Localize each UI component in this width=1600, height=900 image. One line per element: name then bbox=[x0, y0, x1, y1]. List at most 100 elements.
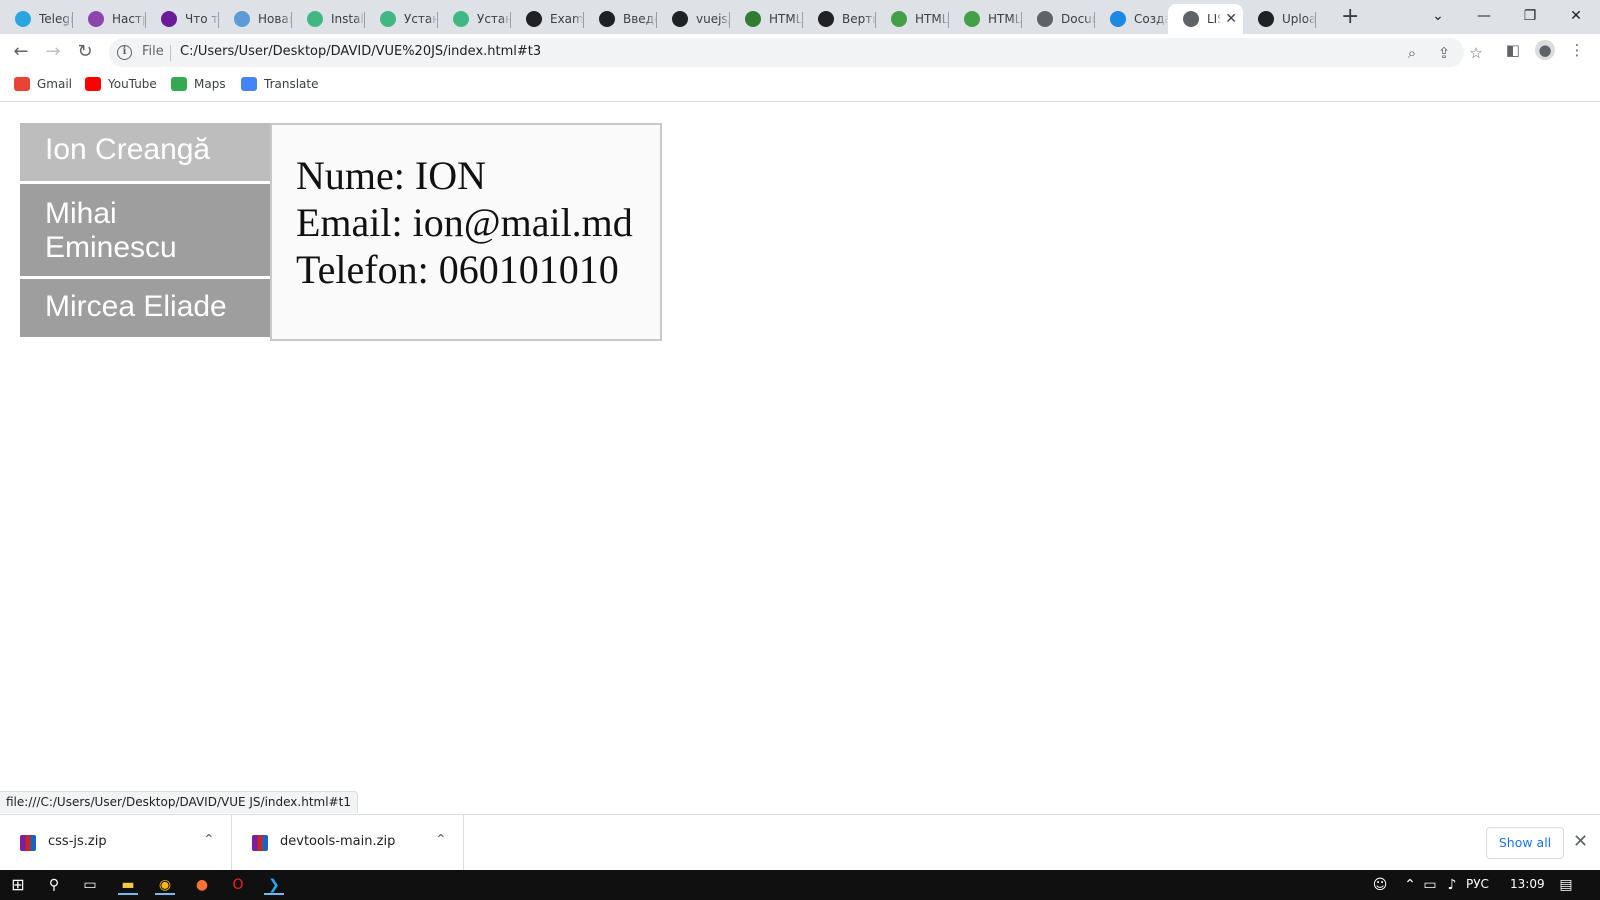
download-item[interactable]: css-js.zip ⌃ bbox=[0, 815, 232, 871]
task-view-icon[interactable]: ▭ bbox=[80, 875, 100, 895]
tab-title: Введение bbox=[623, 12, 657, 26]
search-icon[interactable]: ⚲ bbox=[44, 875, 64, 895]
vue-icon bbox=[307, 11, 323, 27]
tray-chevron-up-icon[interactable]: ⌃ bbox=[1400, 875, 1420, 895]
tab-title: Upload bbox=[1282, 12, 1316, 26]
site-info-icon[interactable]: i bbox=[117, 45, 132, 60]
tab-title: Document bbox=[1061, 12, 1095, 26]
browser-tab[interactable]: HTML bbox=[949, 4, 1022, 34]
tab-title: Installation bbox=[331, 12, 365, 26]
gmail-icon bbox=[14, 77, 30, 91]
browser-tab[interactable]: Вертикальное bbox=[803, 4, 876, 34]
check-icon bbox=[891, 11, 907, 27]
opera-taskbar-icon[interactable]: O bbox=[228, 875, 248, 895]
youtube-icon bbox=[85, 77, 101, 91]
browser-tab[interactable]: LIST ✕ bbox=[1168, 4, 1243, 34]
chevron-up-icon[interactable]: ⌃ bbox=[435, 832, 447, 848]
author-list-item[interactable]: Mihai Eminescu bbox=[20, 184, 270, 276]
browser-tab[interactable]: Upload bbox=[1243, 4, 1316, 34]
network-icon[interactable]: ▭ bbox=[1420, 875, 1440, 895]
browser-tab[interactable]: Installation bbox=[292, 4, 365, 34]
browser-tab[interactable]: Создание bbox=[1095, 4, 1168, 34]
zoom-icon[interactable]: ⌕ bbox=[1403, 44, 1421, 62]
bookmark-gmail[interactable]: Gmail bbox=[14, 77, 72, 91]
github-icon bbox=[1258, 11, 1274, 27]
tab-title: Установка bbox=[477, 12, 511, 26]
bookmark-maps[interactable]: Maps bbox=[171, 77, 226, 91]
page-viewport: Ion Creangă Mihai Eminescu Mircea Eliade N… bbox=[0, 103, 1600, 814]
tab-title: Вертикальное bbox=[842, 12, 876, 26]
archive-icon bbox=[20, 835, 36, 851]
author-details-panel: Nume: ION Email: ion@mail.md Telefon: 06… bbox=[270, 123, 662, 341]
browser-tab[interactable]: vuejs/ bbox=[657, 4, 730, 34]
close-tab-icon[interactable]: ✕ bbox=[1225, 11, 1237, 27]
vscode-taskbar-icon[interactable]: ❯ bbox=[264, 875, 284, 895]
author-list-item[interactable]: Ion Creangă bbox=[20, 123, 270, 181]
bookmark-label: Gmail bbox=[37, 77, 73, 91]
downloads-shelf: css-js.zip ⌃ devtools-main.zip ⌃ Show all ✕ bbox=[0, 814, 1600, 871]
tab-search-chevron-icon[interactable]: ⌄ bbox=[1420, 2, 1456, 30]
language-indicator[interactable]: РУС bbox=[1466, 877, 1489, 891]
address-scheme-label: File bbox=[142, 44, 164, 59]
bookmark-star-icon[interactable]: ☆ bbox=[1467, 44, 1485, 62]
close-downloads-shelf-icon[interactable]: ✕ bbox=[1573, 831, 1588, 853]
tab-title: Создание bbox=[1134, 12, 1168, 26]
menu-kebab-icon[interactable]: ⋮ bbox=[1567, 40, 1587, 60]
file-explorer-icon[interactable]: ▬ bbox=[118, 875, 138, 895]
tab-title: HTML bbox=[769, 12, 803, 26]
flag-icon bbox=[161, 11, 177, 27]
tab-strip: Telegram Настройка Что такое Новая Installat… bbox=[0, 0, 1600, 34]
reload-button[interactable]: ↻ bbox=[73, 40, 97, 64]
browser-tab[interactable]: Новая bbox=[219, 4, 292, 34]
browser-tab[interactable]: Установка bbox=[365, 4, 438, 34]
people-icon[interactable]: ☺ bbox=[1370, 875, 1390, 895]
address-url[interactable]: C:/Users/User/Desktop/DAVID/VUE%20JS/ind… bbox=[180, 44, 541, 59]
volume-icon[interactable]: ♪ bbox=[1442, 875, 1462, 895]
maps-icon bbox=[171, 77, 187, 91]
status-bubble: file:///C:/Users/User/Desktop/DAVID/VUE … bbox=[0, 791, 358, 813]
browser-tab[interactable]: Example bbox=[511, 4, 584, 34]
browser-tab[interactable]: Что такое bbox=[146, 4, 219, 34]
share-icon[interactable]: ⇪ bbox=[1435, 44, 1453, 62]
show-all-downloads-button[interactable]: Show all bbox=[1486, 827, 1564, 859]
close-window-button[interactable]: ✕ bbox=[1558, 2, 1594, 30]
forward-button[interactable]: → bbox=[41, 40, 65, 64]
new-tab-button[interactable]: + bbox=[1341, 5, 1359, 29]
bookmark-youtube[interactable]: YouTube bbox=[85, 77, 157, 91]
profile-avatar-icon[interactable]: ● bbox=[1535, 40, 1555, 60]
address-divider bbox=[170, 45, 171, 61]
tab-title: LIST bbox=[1207, 12, 1221, 26]
address-bar[interactable]: i File C:/Users/User/Desktop/DAVID/VUE%2… bbox=[109, 38, 1483, 67]
browser-tab[interactable]: HTML bbox=[730, 4, 803, 34]
bookmark-translate[interactable]: Translate bbox=[241, 77, 319, 91]
tab-title: Telegram bbox=[39, 12, 73, 26]
bookmark-label: Maps bbox=[194, 77, 226, 91]
github-icon bbox=[672, 11, 688, 27]
browser-tab[interactable]: Document bbox=[1022, 4, 1095, 34]
translate-icon bbox=[241, 77, 257, 91]
download-item[interactable]: devtools-main.zip ⌃ bbox=[232, 815, 464, 871]
codepen-icon bbox=[526, 11, 542, 27]
back-button[interactable]: ← bbox=[9, 40, 33, 64]
clock-time[interactable]: 13:09 bbox=[1510, 877, 1545, 891]
details-phone: Telefon: 060101010 bbox=[296, 247, 619, 292]
side-panel-icon[interactable]: ◧ bbox=[1503, 40, 1523, 60]
chevron-up-icon[interactable]: ⌃ bbox=[203, 832, 215, 848]
notifications-icon[interactable]: ▤ bbox=[1556, 875, 1576, 895]
minimize-button[interactable]: — bbox=[1466, 2, 1502, 30]
tab-title: HTML bbox=[915, 12, 949, 26]
browser-tab[interactable]: Установка bbox=[438, 4, 511, 34]
restore-button[interactable]: ❐ bbox=[1512, 2, 1548, 30]
details-email: Email: ion@mail.md bbox=[296, 200, 633, 245]
browser-tab[interactable]: Настройка bbox=[73, 4, 146, 34]
chrome-taskbar-icon[interactable]: ◉ bbox=[155, 875, 175, 895]
browser-tab[interactable]: Telegram bbox=[0, 4, 73, 34]
vue-icon bbox=[88, 11, 104, 27]
browser-tab[interactable]: HTML bbox=[876, 4, 949, 34]
windows-start-icon[interactable]: ⊞ bbox=[8, 875, 28, 895]
tab-separator bbox=[1315, 12, 1316, 28]
firefox-taskbar-icon[interactable]: ● bbox=[192, 875, 212, 895]
author-list-item[interactable]: Mircea Eliade bbox=[20, 279, 270, 337]
browser-tab[interactable]: Введение bbox=[584, 4, 657, 34]
download-filename: devtools-main.zip bbox=[280, 834, 396, 849]
